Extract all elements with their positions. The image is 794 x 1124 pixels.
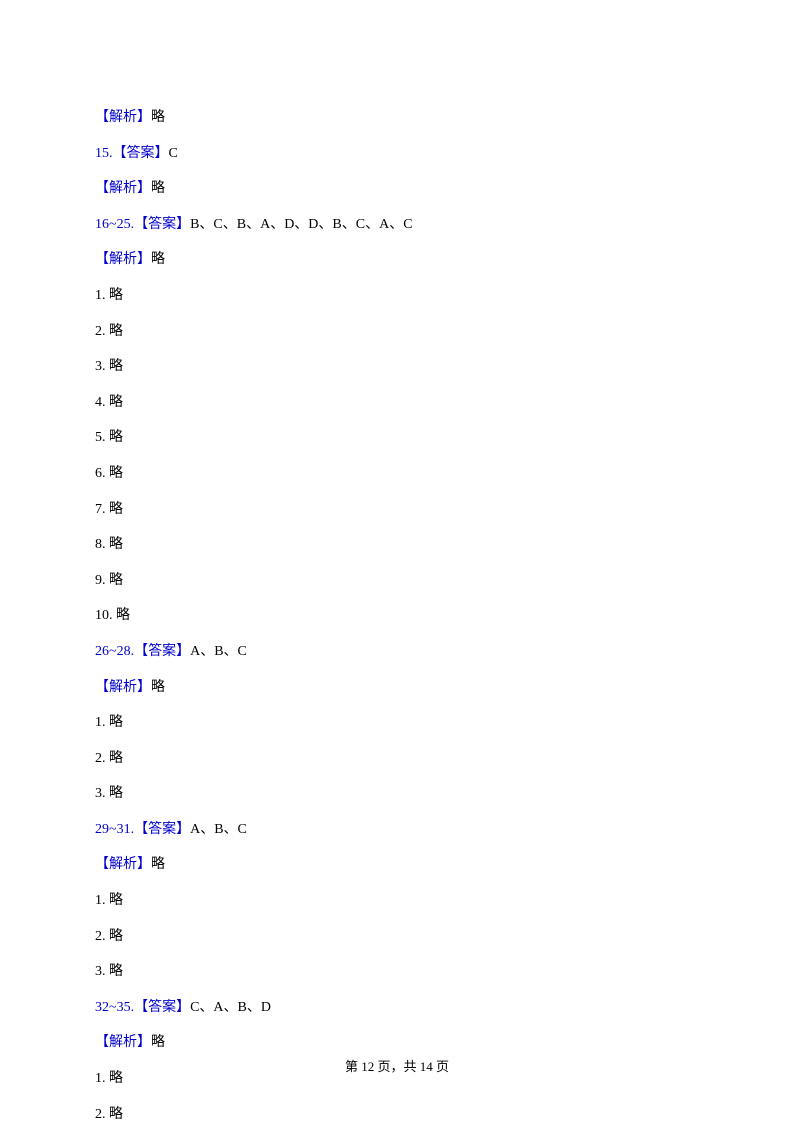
- text-line: 2. 略: [95, 749, 699, 769]
- text-line: 2. 略: [95, 927, 699, 947]
- text-line: 32~35.【答案】C、A、B、D: [95, 998, 699, 1018]
- text-line: 15.【答案】C: [95, 144, 699, 164]
- text-line: 1. 略: [95, 891, 699, 911]
- text-line: 【解析】略: [95, 1033, 699, 1053]
- text-line: 3. 略: [95, 357, 699, 377]
- document-content: 【解析】略 15.【答案】C 【解析】略 16~25.【答案】B、C、B、A、D、D、…: [95, 108, 699, 1124]
- text-line: 2. 略: [95, 1105, 699, 1124]
- page-footer: 第 12 页，共 14 页: [0, 1056, 794, 1075]
- text-line: 【解析】略: [95, 179, 699, 199]
- text-line: 1. 略: [95, 286, 699, 306]
- text-line: 8. 略: [95, 535, 699, 555]
- text-line: 5. 略: [95, 428, 699, 448]
- text-line: 【解析】略: [95, 855, 699, 875]
- text-line: 2. 略: [95, 322, 699, 342]
- text-line: 16~25.【答案】B、C、B、A、D、D、B、C、A、C: [95, 215, 699, 235]
- text-line: 1. 略: [95, 713, 699, 733]
- text-line: 4. 略: [95, 393, 699, 413]
- text-line: 【解析】略: [95, 678, 699, 698]
- text-line: 26~28.【答案】A、B、C: [95, 642, 699, 662]
- text-line: 【解析】略: [95, 250, 699, 270]
- text-line: 7. 略: [95, 500, 699, 520]
- text-line: 9. 略: [95, 571, 699, 591]
- text-line: 3. 略: [95, 784, 699, 804]
- text-line: 10. 略: [95, 606, 699, 626]
- text-line: 6. 略: [95, 464, 699, 484]
- text-line: 29~31.【答案】A、B、C: [95, 820, 699, 840]
- text-line: 3. 略: [95, 962, 699, 982]
- text-line: 【解析】略: [95, 108, 699, 128]
